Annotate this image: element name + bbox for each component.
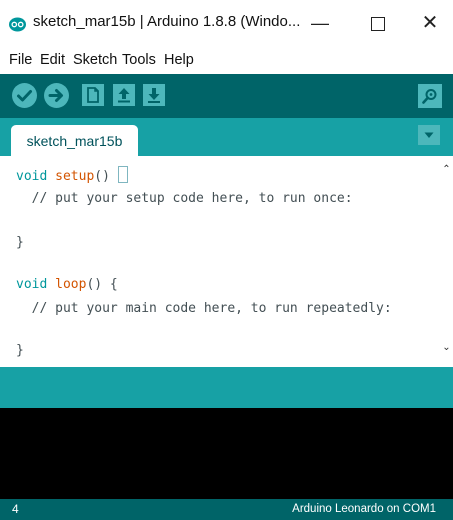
title-bar[interactable]: sketch_mar15b | Arduino 1.8.8 (Windo... … [0, 0, 453, 46]
message-area [0, 367, 453, 408]
maximize-icon [371, 17, 385, 31]
close-button[interactable]: ✕ [413, 10, 447, 36]
scroll-down-icon[interactable]: ⌄ [440, 342, 453, 353]
code-editor[interactable]: void setup() // put your setup code here… [0, 156, 440, 367]
tab-menu-button[interactable] [418, 125, 440, 145]
code-comment-loop: // put your main code here, to run repea… [16, 301, 392, 316]
arduino-ide-window: sketch_mar15b | Arduino 1.8.8 (Windo... … [0, 0, 453, 520]
function-loop: loop [55, 277, 87, 292]
footer-bar: 4 Arduino Leonardo on COM1 [0, 499, 453, 520]
code-line-loop: void loop() { [16, 277, 118, 292]
open-icon [118, 88, 130, 103]
arduino-logo-icon [9, 17, 26, 32]
menu-tools[interactable]: Tools [122, 52, 156, 68]
save-button[interactable] [143, 84, 165, 106]
new-icon [87, 87, 99, 103]
editor-scrollbar[interactable]: ⌃ ⌄ [440, 156, 453, 367]
menu-bar: File Edit Sketch Tools Help [0, 46, 453, 74]
new-button[interactable] [82, 84, 104, 106]
line-number: 4 [12, 502, 19, 516]
serial-monitor-icon [422, 89, 437, 104]
scroll-up-icon[interactable]: ⌃ [440, 164, 453, 175]
code-close-brace-setup: } [16, 235, 24, 250]
tab-sketch[interactable]: sketch_mar15b [11, 125, 138, 156]
board-port-status: Arduino Leonardo on COM1 [292, 503, 436, 515]
keyword-void: void [16, 169, 48, 184]
tab-label: sketch_mar15b [26, 133, 123, 149]
serial-monitor-button[interactable] [418, 84, 442, 108]
upload-icon [48, 89, 63, 102]
minimize-button[interactable]: — [303, 10, 337, 36]
tab-bar: sketch_mar15b [0, 118, 453, 156]
window-title: sketch_mar15b | Arduino 1.8.8 (Windo... [33, 13, 301, 30]
function-setup: setup [55, 169, 95, 184]
open-button[interactable] [113, 84, 135, 106]
verify-icon [17, 90, 32, 102]
menu-file[interactable]: File [9, 52, 32, 68]
code-comment-setup: // put your setup code here, to run once… [16, 191, 353, 206]
menu-edit[interactable]: Edit [40, 52, 65, 68]
menu-sketch[interactable]: Sketch [73, 52, 117, 68]
code-close-brace-loop: } [16, 343, 24, 358]
maximize-button[interactable] [361, 10, 395, 36]
keyword-void: void [16, 277, 48, 292]
save-icon [148, 88, 160, 103]
upload-button[interactable] [44, 83, 69, 108]
text-cursor [117, 166, 128, 183]
verify-button[interactable] [12, 83, 37, 108]
tab-menu-icon [424, 132, 434, 138]
toolbar [0, 74, 453, 118]
code-line-setup: void setup() [16, 166, 128, 184]
console-output[interactable] [0, 408, 453, 499]
menu-help[interactable]: Help [164, 52, 194, 68]
